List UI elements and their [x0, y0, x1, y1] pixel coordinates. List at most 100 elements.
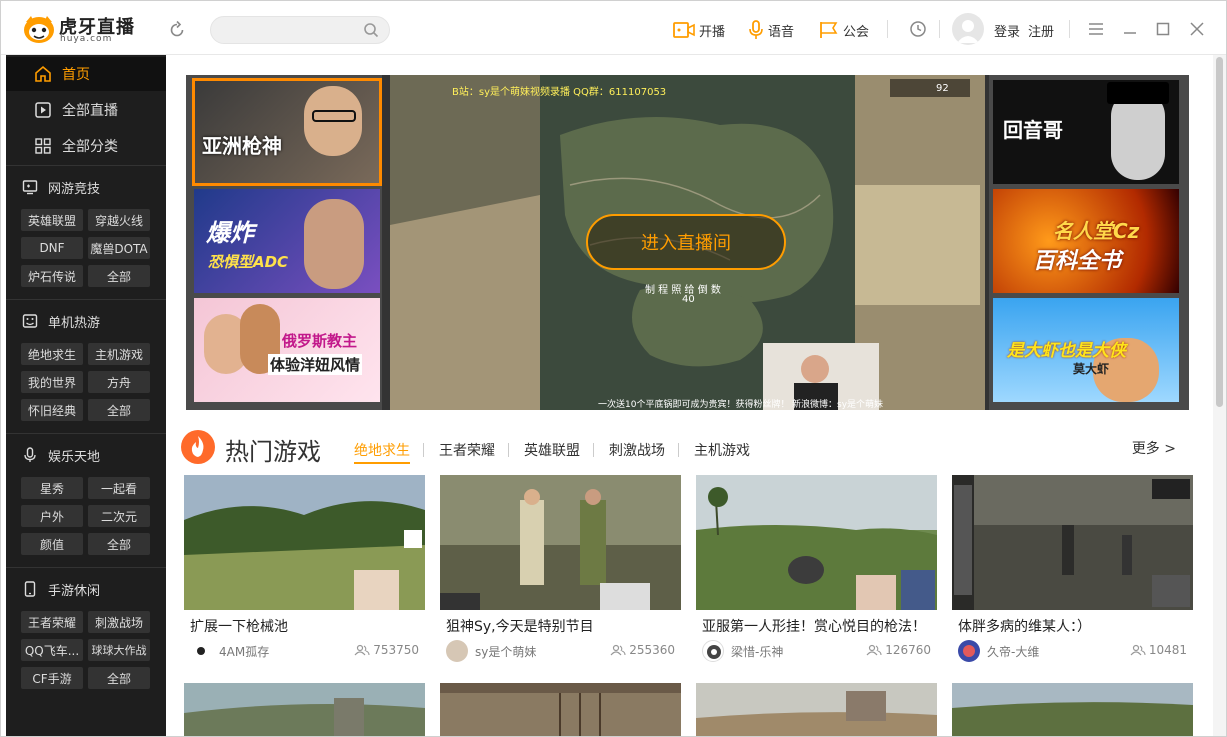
- nav-item-all-categories[interactable]: 全部分类: [6, 129, 166, 163]
- avatar[interactable]: [190, 640, 212, 662]
- category-tag[interactable]: 穿越火线: [88, 209, 150, 231]
- category-tag[interactable]: 方舟: [88, 371, 150, 393]
- live-thumbnail[interactable]: [184, 475, 425, 610]
- voice-button[interactable]: 语音: [748, 19, 794, 41]
- category-tag[interactable]: 二次元: [88, 505, 150, 527]
- enter-live-room-button[interactable]: 进入直播间: [586, 214, 786, 270]
- video-weibo-caption: 新浪微博：sy是个萌妹: [792, 400, 884, 410]
- category-tag[interactable]: 怀旧经典: [21, 399, 83, 421]
- banner-thumb[interactable]: 是大虾也是大侠 莫大虾: [993, 298, 1179, 402]
- search-box[interactable]: [210, 16, 390, 44]
- maximize-icon[interactable]: [1154, 20, 1172, 38]
- category-tag[interactable]: 魔兽DOTA: [88, 237, 150, 259]
- live-card[interactable]: 扩展一下枪械池 4AM孤存 753750: [184, 475, 425, 665]
- banner-thumb[interactable]: 名人堂Cz 百科全书: [993, 189, 1179, 293]
- category-tag[interactable]: 绝地求生: [21, 343, 83, 365]
- game-scene-icon: [184, 475, 425, 610]
- viewer-count-value: 126760: [885, 643, 931, 657]
- category-tag[interactable]: 英雄联盟: [21, 209, 83, 231]
- logo[interactable]: 虎牙直播 huya.com: [23, 12, 134, 46]
- category-tag[interactable]: 星秀: [21, 477, 83, 499]
- nav-item-all-live[interactable]: 全部直播: [6, 93, 166, 127]
- anchor-name[interactable]: sy是个萌妹: [475, 643, 536, 660]
- live-thumbnail[interactable]: [952, 475, 1193, 610]
- category-tag[interactable]: 全部: [88, 265, 150, 287]
- category-tag[interactable]: CF手游: [21, 667, 83, 689]
- anchor-name[interactable]: 梁惜-乐神: [731, 643, 783, 660]
- category-tag[interactable]: 主机游戏: [88, 343, 150, 365]
- viewer-count: 126760: [866, 643, 931, 657]
- live-thumbnail[interactable]: [440, 683, 681, 736]
- live-card[interactable]: 体胖多病的维某人：） 久帝-大维 10481: [952, 475, 1193, 665]
- more-link[interactable]: 更多 >: [1132, 438, 1176, 458]
- search-input[interactable]: [223, 21, 363, 39]
- category-header-entertainment[interactable]: 娱乐天地: [6, 440, 166, 470]
- tab-pubg-mobile[interactable]: 刺激战场: [609, 440, 665, 460]
- menu-icon[interactable]: [1087, 20, 1105, 38]
- category-tag[interactable]: 一起看: [88, 477, 150, 499]
- avatar[interactable]: [952, 13, 984, 45]
- history-clock-icon[interactable]: [909, 20, 927, 38]
- live-title[interactable]: 体胖多病的维某人：）: [958, 616, 1188, 636]
- category-tag[interactable]: 球球大作战: [88, 639, 150, 661]
- guild-button[interactable]: 公会: [819, 19, 869, 41]
- live-thumbnail[interactable]: [696, 683, 937, 736]
- tab-divider: [593, 443, 594, 457]
- live-card[interactable]: 狙神Sy,今天是特别节目 sy是个萌妹 255360: [440, 475, 681, 665]
- nav-item-home[interactable]: 首页: [6, 57, 166, 91]
- live-thumbnail[interactable]: [440, 475, 681, 610]
- category-tag[interactable]: 我的世界: [21, 371, 83, 393]
- search-icon[interactable]: [363, 22, 379, 38]
- live-title[interactable]: 狙神Sy,今天是特别节目: [446, 616, 676, 636]
- scrollbar-thumb[interactable]: [1216, 57, 1223, 407]
- category-header-single-player[interactable]: 单机热游: [6, 306, 166, 336]
- thumb-label: 名人堂Cz: [1053, 219, 1140, 243]
- live-card[interactable]: 亚服第一人形挂！赏心悦目的枪法！ 梁惜-乐神 126760: [696, 475, 937, 665]
- banner-thumb[interactable]: 俄罗斯教主 体验洋妞风情: [194, 298, 380, 402]
- anchor-name[interactable]: 4AM孤存: [219, 643, 269, 660]
- refresh-icon[interactable]: [167, 20, 187, 40]
- avatar[interactable]: [446, 640, 468, 662]
- banner-thumb[interactable]: 回音哥: [993, 80, 1179, 184]
- category-header-online-games[interactable]: 网游竞技: [6, 172, 166, 202]
- close-icon[interactable]: [1188, 20, 1206, 38]
- avatar[interactable]: [958, 640, 980, 662]
- tab-lol[interactable]: 英雄联盟: [524, 440, 580, 460]
- avatar[interactable]: [702, 640, 724, 662]
- category-tag[interactable]: 全部: [88, 399, 150, 421]
- tab-honor-of-kings[interactable]: 王者荣耀: [439, 440, 495, 460]
- nav-label: 全部直播: [62, 103, 118, 119]
- broadcast-button[interactable]: 开播: [673, 19, 725, 41]
- tab-console-games[interactable]: 主机游戏: [694, 440, 750, 460]
- category-tag[interactable]: 全部: [88, 667, 150, 689]
- live-thumbnail[interactable]: [952, 683, 1193, 736]
- featured-live-video[interactable]: B站：sy是个萌妹视频录播 QQ群：611107053 92 制 程 照 给 倒…: [390, 75, 985, 410]
- category-tag[interactable]: 刺激战场: [88, 611, 150, 633]
- category-tag[interactable]: 炉石传说: [21, 265, 83, 287]
- live-thumbnail[interactable]: [696, 475, 937, 610]
- game-scene-icon: [184, 683, 425, 736]
- main-scrollbar[interactable]: [1213, 55, 1226, 736]
- register-link[interactable]: 注册: [1028, 21, 1054, 40]
- login-link[interactable]: 登录: [994, 21, 1020, 40]
- category-tag[interactable]: QQ飞车...: [21, 639, 83, 661]
- live-title[interactable]: 扩展一下枪械池: [190, 616, 420, 636]
- game-scene-icon: [440, 683, 681, 736]
- category-tag[interactable]: 全部: [88, 533, 150, 555]
- banner-thumb[interactable]: 爆炸 恐惧型ADC: [194, 189, 380, 293]
- category-tag[interactable]: DNF: [21, 237, 83, 259]
- live-title[interactable]: 亚服第一人形挂！赏心悦目的枪法！: [702, 616, 932, 636]
- category-tag[interactable]: 户外: [21, 505, 83, 527]
- live-thumbnail[interactable]: [184, 683, 425, 736]
- tab-pubg[interactable]: 绝地求生: [354, 440, 410, 464]
- category-header-mobile-games[interactable]: 手游休闲: [6, 574, 166, 604]
- minimize-icon[interactable]: [1121, 20, 1139, 38]
- microphone-icon: [24, 447, 36, 462]
- category-tag[interactable]: 颜值: [21, 533, 83, 555]
- anchor-name[interactable]: 久帝-大维: [987, 643, 1039, 660]
- category-title: 单机热游: [48, 315, 101, 331]
- category-tag[interactable]: 王者荣耀: [21, 611, 83, 633]
- game-scene-icon: [440, 475, 681, 610]
- banner-thumb[interactable]: 亚洲枪神: [192, 78, 382, 186]
- banner-right-thumbnails: 回音哥 名人堂Cz 百科全书 是大虾也是大侠 莫大虾: [989, 75, 1189, 410]
